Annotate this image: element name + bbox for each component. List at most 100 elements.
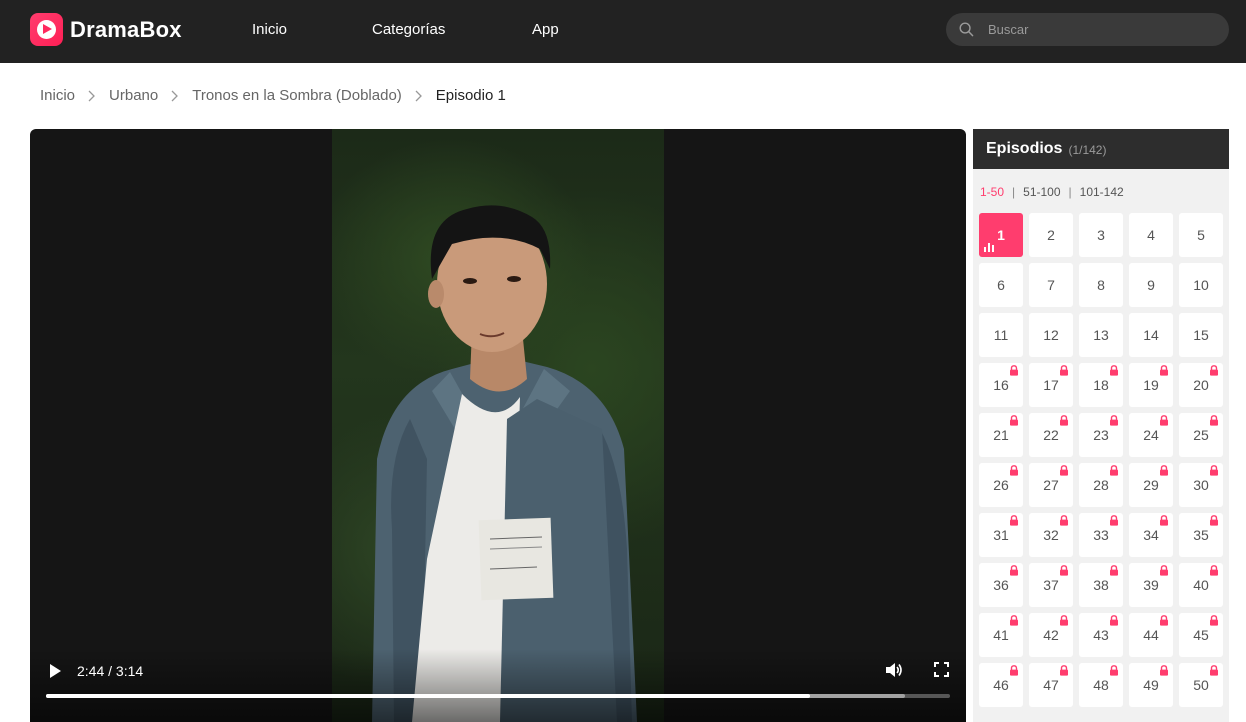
video-player[interactable]: 2:44 / 3:14	[30, 129, 966, 722]
nav-app[interactable]: App	[532, 21, 559, 38]
episode-button[interactable]: 43	[1079, 613, 1123, 657]
episode-button[interactable]: 6	[979, 263, 1023, 307]
breadcrumb-series[interactable]: Tronos en la Sombra (Doblado)	[192, 87, 402, 104]
episode-button[interactable]: 47	[1029, 663, 1073, 707]
episode-button[interactable]: 3	[1079, 213, 1123, 257]
episode-button[interactable]: 14	[1129, 313, 1173, 357]
episode-number: 29	[1143, 477, 1159, 493]
search-input[interactable]	[988, 22, 1208, 37]
lock-icon	[1060, 365, 1068, 376]
episode-button[interactable]: 2	[1029, 213, 1073, 257]
episode-button[interactable]: 25	[1179, 413, 1223, 457]
episode-button[interactable]: 41	[979, 613, 1023, 657]
episode-number: 21	[993, 427, 1009, 443]
episode-number: 7	[1047, 277, 1055, 293]
breadcrumb-inicio[interactable]: Inicio	[40, 87, 75, 104]
nav-categorias[interactable]: Categorías	[372, 21, 445, 38]
episode-button[interactable]: 12	[1029, 313, 1073, 357]
episode-panel-header: Episodios (1/142)	[973, 129, 1229, 169]
episode-button[interactable]: 19	[1129, 363, 1173, 407]
range-tab[interactable]: 51-100	[1023, 185, 1060, 199]
episode-button[interactable]: 24	[1129, 413, 1173, 457]
episode-number: 3	[1097, 227, 1105, 243]
episode-button[interactable]: 45	[1179, 613, 1223, 657]
lock-icon	[1010, 565, 1018, 576]
episode-number: 46	[993, 677, 1009, 693]
episode-button[interactable]: 50	[1179, 663, 1223, 707]
range-tab[interactable]: 1-50	[980, 185, 1004, 199]
episode-button[interactable]: 20	[1179, 363, 1223, 407]
episode-button[interactable]: 36	[979, 563, 1023, 607]
episode-button[interactable]: 46	[979, 663, 1023, 707]
search-box[interactable]	[946, 13, 1229, 46]
episode-range-tabs: 1-50 | 51-100 | 101-142	[980, 185, 1124, 199]
breadcrumb-urbano[interactable]: Urbano	[109, 87, 158, 104]
lock-icon	[1060, 665, 1068, 676]
lock-icon	[1010, 665, 1018, 676]
play-icon[interactable]	[49, 664, 61, 678]
top-header: DramaBox Inicio Categorías App	[0, 0, 1246, 63]
episode-button[interactable]: 23	[1079, 413, 1123, 457]
episode-number: 33	[1093, 527, 1109, 543]
episode-number: 44	[1143, 627, 1159, 643]
dramabox-logo-icon	[30, 13, 63, 46]
episode-button[interactable]: 34	[1129, 513, 1173, 557]
episode-button[interactable]: 30	[1179, 463, 1223, 507]
episode-number: 2	[1047, 227, 1055, 243]
episode-button[interactable]: 11	[979, 313, 1023, 357]
episode-button[interactable]: 17	[1029, 363, 1073, 407]
episode-button[interactable]: 5	[1179, 213, 1223, 257]
episode-button[interactable]: 15	[1179, 313, 1223, 357]
episode-number: 41	[993, 627, 1009, 643]
episode-number: 17	[1043, 377, 1059, 393]
episode-button[interactable]: 49	[1129, 663, 1173, 707]
episode-button[interactable]: 48	[1079, 663, 1123, 707]
episode-number: 20	[1193, 377, 1209, 393]
lock-icon	[1160, 615, 1168, 626]
episode-button[interactable]: 32	[1029, 513, 1073, 557]
episode-button[interactable]: 27	[1029, 463, 1073, 507]
episode-button[interactable]: 28	[1079, 463, 1123, 507]
episode-button[interactable]: 39	[1129, 563, 1173, 607]
episode-button[interactable]: 26	[979, 463, 1023, 507]
episode-button[interactable]: 10	[1179, 263, 1223, 307]
episode-button[interactable]: 18	[1079, 363, 1123, 407]
volume-icon[interactable]	[885, 661, 903, 679]
episode-button[interactable]: 40	[1179, 563, 1223, 607]
range-tab[interactable]: 101-142	[1080, 185, 1124, 199]
episode-button[interactable]: 7	[1029, 263, 1073, 307]
episode-button[interactable]: 8	[1079, 263, 1123, 307]
episode-button[interactable]: 31	[979, 513, 1023, 557]
fullscreen-icon[interactable]	[934, 662, 949, 677]
episode-button[interactable]: 29	[1129, 463, 1173, 507]
brand-logo[interactable]: DramaBox	[30, 13, 182, 46]
episode-number: 22	[1043, 427, 1059, 443]
lock-icon	[1110, 615, 1118, 626]
episode-button[interactable]: 1	[979, 213, 1023, 257]
lock-icon	[1060, 415, 1068, 426]
episode-panel-title: Episodios	[986, 140, 1063, 157]
episode-button[interactable]: 37	[1029, 563, 1073, 607]
progress-bar[interactable]	[46, 694, 950, 698]
episode-button[interactable]: 44	[1129, 613, 1173, 657]
nav-inicio[interactable]: Inicio	[252, 21, 287, 38]
lock-icon	[1210, 615, 1218, 626]
chevron-right-icon	[415, 90, 422, 101]
lock-icon	[1010, 365, 1018, 376]
breadcrumb: Inicio Urbano Tronos en la Sombra (Dobla…	[40, 87, 506, 104]
episode-button[interactable]: 35	[1179, 513, 1223, 557]
episode-button[interactable]: 9	[1129, 263, 1173, 307]
episode-button[interactable]: 21	[979, 413, 1023, 457]
episode-number: 8	[1097, 277, 1105, 293]
episode-panel: Episodios (1/142) 1-50 | 51-100 | 101-142 12…	[973, 129, 1229, 722]
episode-button[interactable]: 16	[979, 363, 1023, 407]
episode-button[interactable]: 4	[1129, 213, 1173, 257]
episode-button[interactable]: 38	[1079, 563, 1123, 607]
episode-button[interactable]: 13	[1079, 313, 1123, 357]
episode-button[interactable]: 22	[1029, 413, 1073, 457]
chevron-right-icon	[88, 90, 95, 101]
lock-icon	[1160, 465, 1168, 476]
episode-button[interactable]: 42	[1029, 613, 1073, 657]
episode-button[interactable]: 33	[1079, 513, 1123, 557]
brand-name: DramaBox	[70, 16, 182, 42]
